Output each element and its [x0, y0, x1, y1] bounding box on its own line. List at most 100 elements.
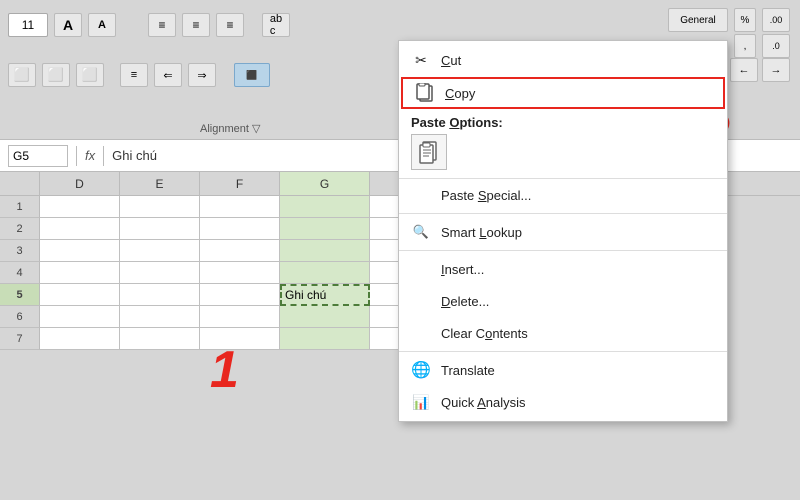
row-num-5: 5 [0, 284, 40, 306]
align-center-btn[interactable]: ≡ [182, 13, 210, 37]
col-header-F[interactable]: F [200, 172, 280, 196]
menu-item-copy[interactable]: Copy [401, 77, 725, 109]
insert-icon [411, 259, 431, 279]
formula-divider [76, 146, 77, 166]
row-num-7: 7 [0, 328, 40, 350]
translate-label: Translate [441, 363, 715, 378]
fx-label: fx [85, 148, 95, 163]
cell-G5-value: Ghi chú [285, 288, 326, 302]
comma-btn[interactable]: , [734, 34, 756, 58]
align-bot-btn[interactable]: ⬜ [76, 63, 104, 87]
align-top-btn[interactable]: ⬜ [8, 63, 36, 87]
delete-label: Delete... [441, 294, 715, 309]
translate-icon: 🌐 [411, 360, 431, 380]
row-num-4: 4 [0, 262, 40, 284]
cell-E2[interactable] [120, 218, 200, 240]
col-header-G[interactable]: G [280, 172, 370, 196]
cell-E4[interactable] [120, 262, 200, 284]
cut-icon: ✂ [411, 50, 431, 70]
cell-ref-value: G5 [13, 149, 29, 163]
arrow-left-btn[interactable]: ← [730, 58, 758, 82]
cell-F5[interactable] [200, 284, 280, 306]
cell-G5-active[interactable]: Ghi chú [280, 284, 370, 306]
delete-icon [411, 291, 431, 311]
cell-F4[interactable] [200, 262, 280, 284]
cell-G7[interactable] [280, 328, 370, 350]
corner-cell [0, 172, 40, 196]
alignment-section-label: Alignment ▽ [200, 122, 260, 135]
cell-D2[interactable] [40, 218, 120, 240]
cell-F1[interactable] [200, 196, 280, 218]
menu-item-cut[interactable]: ✂ Cut [399, 44, 727, 76]
menu-item-quick-analysis[interactable]: 📊 Quick Analysis [399, 386, 727, 418]
menu-separator-1 [399, 213, 727, 214]
cell-reference-box[interactable]: G5 [8, 145, 68, 167]
menu-item-paste-special[interactable]: Paste Special... [399, 179, 727, 211]
menu-item-delete[interactable]: Delete... [399, 285, 727, 317]
copy-label: Copy [445, 86, 711, 101]
annotation-one: 1 [210, 340, 239, 400]
cell-D7[interactable] [40, 328, 120, 350]
clear-icon [411, 323, 431, 343]
cell-F2[interactable] [200, 218, 280, 240]
formula-divider2 [103, 146, 104, 166]
cell-D5[interactable] [40, 284, 120, 306]
format-btn1[interactable]: abc [262, 13, 290, 37]
merge-btn[interactable]: ⬛ [234, 63, 270, 87]
row-num-2: 2 [0, 218, 40, 240]
row-num-1: 1 [0, 196, 40, 218]
cell-E5[interactable] [120, 284, 200, 306]
align-left-btn[interactable]: ≡ [148, 13, 176, 37]
decimal-dn-btn[interactable]: .0 [762, 34, 790, 58]
menu-item-smart-lookup[interactable]: 🔍 Smart Lookup [399, 216, 727, 248]
menu-item-clear-contents[interactable]: Clear Contents [399, 317, 727, 349]
cell-G3[interactable] [280, 240, 370, 262]
indent-right-btn[interactable]: ⇒ [188, 63, 216, 87]
cell-F3[interactable] [200, 240, 280, 262]
row-num-3: 3 [0, 240, 40, 262]
cell-G2[interactable] [280, 218, 370, 240]
justify-btn[interactable]: ≡ [120, 63, 148, 87]
paste-special-icon [411, 185, 431, 205]
decimal-up-btn[interactable]: .00 [762, 8, 790, 32]
font-shrink-btn[interactable]: A [88, 13, 116, 37]
paste-special-label: Paste Special... [441, 188, 715, 203]
menu-item-insert[interactable]: Insert... [399, 253, 727, 285]
percent-btn[interactable]: % [734, 8, 756, 32]
indent-arrows: ← → [730, 58, 790, 82]
font-size-value: 11 [22, 18, 34, 32]
paste-options-label: Paste Options: [411, 115, 715, 130]
num-format-btn[interactable]: General [668, 8, 728, 32]
indent-left-btn[interactable]: ⇐ [154, 63, 182, 87]
col-header-D[interactable]: D [40, 172, 120, 196]
cell-E1[interactable] [120, 196, 200, 218]
cell-D1[interactable] [40, 196, 120, 218]
formula-content: Ghi chú [112, 148, 157, 163]
quick-analysis-label: Quick Analysis [441, 395, 715, 410]
cell-G1[interactable] [280, 196, 370, 218]
cell-E7[interactable] [120, 328, 200, 350]
arrow-right-btn[interactable]: → [762, 58, 790, 82]
cell-G6[interactable] [280, 306, 370, 328]
copy-icon [415, 83, 435, 103]
align-right-btn[interactable]: ≡ [216, 13, 244, 37]
cell-D4[interactable] [40, 262, 120, 284]
menu-item-translate[interactable]: 🌐 Translate [399, 354, 727, 386]
context-menu: ✂ Cut Copy Paste Options: [398, 40, 728, 422]
quick-analysis-icon: 📊 [411, 392, 431, 412]
menu-separator-2 [399, 250, 727, 251]
cell-D3[interactable] [40, 240, 120, 262]
cell-E6[interactable] [120, 306, 200, 328]
cell-F6[interactable] [200, 306, 280, 328]
paste-options-section: Paste Options: [399, 110, 727, 179]
cell-G4[interactable] [280, 262, 370, 284]
cell-E3[interactable] [120, 240, 200, 262]
paste-icon-1[interactable] [411, 134, 447, 170]
menu-separator-3 [399, 351, 727, 352]
align-mid-btn[interactable]: ⬜ [42, 63, 70, 87]
paste-icons-row [411, 134, 715, 170]
font-size-box[interactable]: 11 [8, 13, 48, 37]
font-grow-btn[interactable]: A [54, 13, 82, 37]
col-header-E[interactable]: E [120, 172, 200, 196]
cell-D6[interactable] [40, 306, 120, 328]
